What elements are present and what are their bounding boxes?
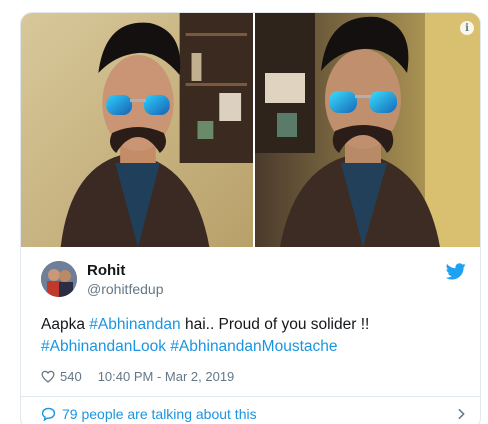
embedded-tweet-card[interactable]: i Rohit @rohitfedup Aapka #Abhinandan ha… xyxy=(20,12,481,424)
tweet-media-gallery: i xyxy=(21,13,480,247)
photo-1-image xyxy=(21,13,253,247)
tweet-header: Rohit @rohitfedup xyxy=(41,261,466,301)
author-name[interactable]: Rohit xyxy=(87,262,125,279)
speech-bubble-icon xyxy=(41,407,56,421)
timestamp-link[interactable]: 10:40 PM - Mar 2, 2019 xyxy=(98,369,235,384)
text-plain: Aapka xyxy=(41,316,90,333)
author-handle[interactable]: @rohitfedup xyxy=(87,281,163,297)
heart-icon[interactable] xyxy=(41,370,55,383)
chevron-right-icon[interactable] xyxy=(457,408,466,420)
tweet-text: Aapka #Abhinandan hai.. Proud of you sol… xyxy=(41,314,466,358)
avatar-image xyxy=(41,261,77,297)
info-icon[interactable]: i xyxy=(460,21,474,35)
divider xyxy=(21,396,480,397)
text-plain: hai.. Proud of you solider !! xyxy=(180,316,370,333)
conversation-footer[interactable]: 79 people are talking about this xyxy=(41,404,466,424)
avatar[interactable] xyxy=(41,261,77,297)
tweet-photo-2[interactable]: i xyxy=(255,13,480,247)
hashtag-link[interactable]: #AbhinandanLook xyxy=(41,338,166,355)
like-count[interactable]: 540 xyxy=(60,369,82,384)
conversation-link[interactable]: 79 people are talking about this xyxy=(62,406,257,422)
tweet-photo-1[interactable] xyxy=(21,13,255,247)
hashtag-link[interactable]: #AbhinandanMoustache xyxy=(170,338,337,355)
twitter-bird-icon[interactable] xyxy=(446,263,466,280)
tweet-meta: 540 10:40 PM - Mar 2, 2019 xyxy=(41,369,234,384)
hashtag-link[interactable]: #Abhinandan xyxy=(89,316,180,333)
photo-2-image xyxy=(255,13,480,247)
